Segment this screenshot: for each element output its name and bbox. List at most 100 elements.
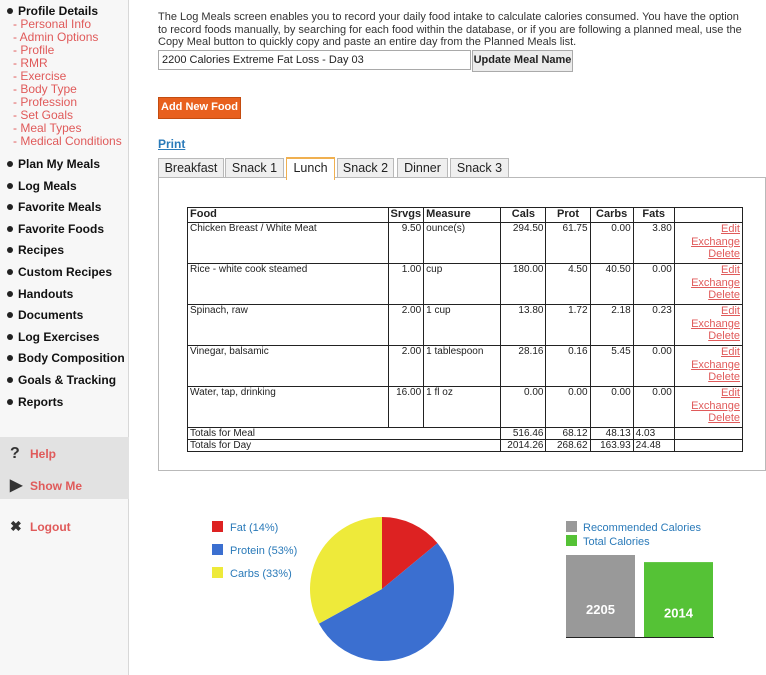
macro-pie-chart: [310, 517, 454, 661]
calories: 0.00: [500, 386, 547, 428]
food-name: Vinegar, balsamic: [187, 345, 389, 387]
totals-day-row: Totals for Day 2014.26 268.62 163.93 24.…: [186, 439, 744, 452]
totals-day-carbs: 163.93: [589, 439, 634, 452]
add-new-food-button[interactable]: Add New Food: [158, 97, 241, 119]
profile-details-heading[interactable]: Profile Details: [7, 4, 98, 18]
carbs: 2.18: [589, 304, 634, 346]
question-mark-icon: ?: [10, 445, 20, 462]
nav-handouts[interactable]: Handouts: [7, 287, 125, 309]
totals-day-empty: [673, 439, 744, 452]
measure: cup: [423, 263, 502, 305]
nav-label: Log Meals: [18, 178, 77, 193]
bullet-icon: [7, 376, 13, 383]
edit-link[interactable]: Edit: [677, 264, 740, 277]
logout-label: Logout: [30, 520, 71, 534]
nav-documents[interactable]: Documents: [7, 308, 125, 330]
totals-day-cals: 2014.26: [500, 439, 547, 452]
legend-item-recommended: Recommended Calories: [566, 521, 701, 535]
nav-label: Body Composition: [18, 351, 125, 366]
edit-link[interactable]: Edit: [677, 346, 740, 359]
row-actions: Edit Exchange Delete: [673, 386, 744, 428]
delete-link[interactable]: Delete: [677, 412, 740, 425]
nav-plan-my-meals[interactable]: Plan My Meals: [7, 157, 125, 179]
legend-label-total: Total Calories: [583, 536, 650, 548]
protein: 0.16: [545, 345, 591, 387]
nav-log-meals[interactable]: Log Meals: [7, 179, 125, 201]
table-row: Rice - white cook steamed 1.00 cup 180.0…: [187, 263, 744, 305]
col-header-cals: Cals: [500, 207, 547, 223]
protein: 61.75: [545, 222, 591, 264]
tab-snack-1[interactable]: Snack 1: [225, 158, 284, 178]
meal-name-input[interactable]: [158, 50, 471, 70]
totals-day-fats: 24.48: [632, 439, 675, 452]
measure: 1 tablespoon: [423, 345, 502, 387]
legend-label-fat: Fat (14%): [230, 522, 279, 534]
totals-meal-empty: [673, 427, 744, 440]
show-me-label: Show Me: [30, 479, 83, 493]
bullet-icon: [7, 161, 13, 167]
bullet-icon: [7, 247, 13, 254]
logout-link[interactable]: ✖ Logout: [10, 518, 71, 535]
update-meal-name-button[interactable]: Update Meal Name: [472, 50, 573, 72]
col-header-food: Food: [187, 207, 389, 223]
sublink-medical-conditions[interactable]: - Medical Conditions: [13, 135, 122, 148]
fats: 0.00: [632, 263, 675, 305]
exchange-link[interactable]: Exchange: [677, 359, 740, 372]
calories-legend: Recommended Calories Total Calories: [566, 521, 701, 549]
servings: 9.50: [387, 222, 425, 264]
food-name: Chicken Breast / White Meat: [187, 222, 389, 264]
protein: 0.00: [545, 386, 591, 428]
tab-lunch[interactable]: Lunch: [286, 157, 335, 180]
bar-recommended-label: 2205: [586, 602, 615, 617]
macro-legend: Fat (14%) Protein (53%) Carbs (33%): [212, 521, 297, 590]
servings: 2.00: [387, 304, 425, 346]
legend-item-carbs: Carbs (33%): [212, 567, 297, 590]
nav-recipes[interactable]: Recipes: [7, 243, 125, 265]
legend-label-carbs: Carbs (33%): [230, 568, 292, 580]
table-row: Chicken Breast / White Meat 9.50 ounce(s…: [187, 222, 744, 264]
help-label: Help: [30, 447, 57, 461]
nav-label: Favorite Foods: [18, 221, 105, 236]
exchange-link[interactable]: Exchange: [677, 400, 740, 413]
bullet-icon: [7, 355, 13, 362]
tab-snack-3[interactable]: Snack 3: [450, 158, 509, 178]
help-link[interactable]: ? Help: [10, 445, 56, 463]
nav-goals-tracking[interactable]: Goals & Tracking: [7, 373, 125, 395]
totals-meal-label: Totals for Meal: [186, 427, 502, 440]
exchange-link[interactable]: Exchange: [677, 318, 740, 331]
close-icon: ✖: [10, 518, 22, 534]
delete-link[interactable]: Delete: [677, 289, 740, 302]
bullet-icon: [7, 398, 13, 405]
exchange-link[interactable]: Exchange: [677, 277, 740, 290]
tab-breakfast[interactable]: Breakfast: [158, 158, 224, 178]
edit-link[interactable]: Edit: [677, 223, 740, 236]
delete-link[interactable]: Delete: [677, 330, 740, 343]
profile-details-label[interactable]: Profile Details: [18, 4, 98, 18]
servings: 1.00: [387, 263, 425, 305]
nav-label: Goals & Tracking: [18, 372, 117, 387]
nav-log-exercises[interactable]: Log Exercises: [7, 330, 125, 352]
delete-link[interactable]: Delete: [677, 248, 740, 261]
edit-link[interactable]: Edit: [677, 387, 740, 400]
delete-link[interactable]: Delete: [677, 371, 740, 384]
show-me-link[interactable]: ▶ Show Me: [10, 475, 82, 495]
nav-favorite-meals[interactable]: Favorite Meals: [7, 200, 125, 222]
bullet-icon: [7, 290, 13, 297]
nav-label: Log Exercises: [18, 329, 100, 344]
nav-label: Favorite Meals: [18, 200, 102, 215]
nav-label: Recipes: [18, 243, 65, 258]
tab-dinner[interactable]: Dinner: [397, 158, 448, 178]
totals-meal-prot: 68.12: [545, 427, 591, 440]
nav-reports[interactable]: Reports: [7, 395, 125, 417]
edit-link[interactable]: Edit: [677, 305, 740, 318]
tab-snack-2[interactable]: Snack 2: [337, 158, 394, 178]
calories: 13.80: [500, 304, 547, 346]
exchange-link[interactable]: Exchange: [677, 236, 740, 249]
print-link[interactable]: Print: [158, 137, 185, 151]
totals-meal-fats: 4.03: [632, 427, 675, 440]
nav-body-composition[interactable]: Body Composition: [7, 351, 125, 373]
nav-favorite-foods[interactable]: Favorite Foods: [7, 222, 125, 244]
nav-custom-recipes[interactable]: Custom Recipes: [7, 265, 125, 287]
carbs: 5.45: [589, 345, 634, 387]
measure: 1 fl oz: [423, 386, 502, 428]
